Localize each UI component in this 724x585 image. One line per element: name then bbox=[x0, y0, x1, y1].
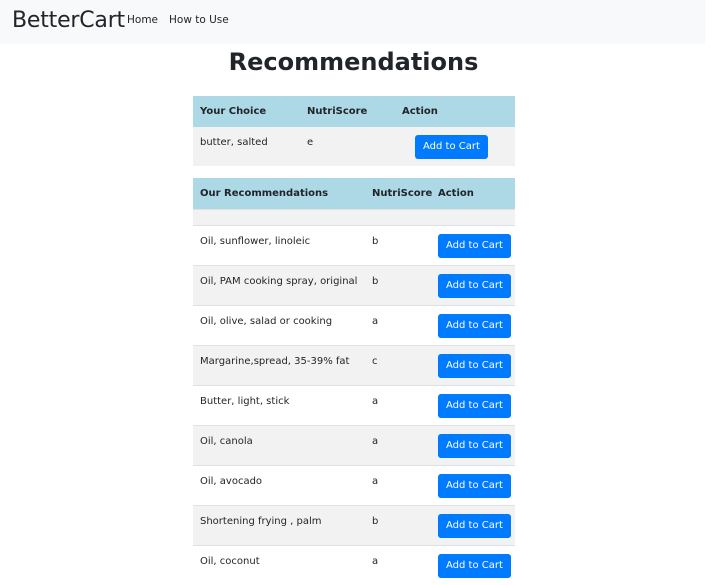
table-row: Shortening frying , palm b Add to Cart bbox=[193, 506, 515, 546]
nutriscore-value: b bbox=[372, 276, 378, 287]
nutriscore-value: a bbox=[372, 396, 378, 407]
column-header-our-recommendations: Our Recommendations bbox=[193, 178, 365, 210]
product-name-cell: Butter, light, stick bbox=[193, 386, 365, 426]
nutriscore-value: a bbox=[372, 476, 378, 487]
add-to-cart-button[interactable]: Add to Cart bbox=[415, 135, 488, 159]
product-name-cell: Oil, olive, salad or cooking bbox=[193, 306, 365, 346]
add-to-cart-button[interactable]: Add to Cart bbox=[438, 274, 511, 298]
nutriscore-cell: a bbox=[365, 306, 431, 346]
table-row: Butter, light, stick a Add to Cart bbox=[193, 386, 515, 426]
product-name-cell: Shortening frying , palm bbox=[193, 506, 365, 546]
nutriscore-cell: c bbox=[365, 346, 431, 386]
product-name: Margarine,spread, 35-39% fat bbox=[200, 356, 349, 367]
add-to-cart-button[interactable]: Add to Cart bbox=[438, 354, 511, 378]
choice-table: Your Choice NutriScore Action butter, sa… bbox=[193, 96, 515, 166]
nav-link-home[interactable]: Home bbox=[127, 13, 158, 27]
action-cell: Add to Cart bbox=[431, 426, 515, 466]
choice-score-cell: e bbox=[300, 127, 395, 166]
product-name-cell: Margarine,spread, 35-39% fat bbox=[193, 346, 365, 386]
add-to-cart-button[interactable]: Add to Cart bbox=[438, 394, 511, 418]
choice-table-header: Your Choice NutriScore Action bbox=[193, 96, 515, 127]
action-cell: Add to Cart bbox=[431, 386, 515, 426]
empty-row bbox=[193, 210, 515, 226]
product-name: Oil, sunflower, linoleic bbox=[200, 236, 310, 247]
product-name: Oil, coconut bbox=[200, 556, 260, 567]
choice-name: butter, salted bbox=[200, 137, 268, 148]
product-name: Shortening frying , palm bbox=[200, 516, 322, 527]
brand-link[interactable]: BetterCart bbox=[12, 6, 125, 36]
nutriscore-cell: a bbox=[365, 426, 431, 466]
nutriscore-value: b bbox=[372, 236, 378, 247]
nutriscore-value: b bbox=[372, 516, 378, 527]
action-cell: Add to Cart bbox=[431, 306, 515, 346]
column-header-your-choice: Your Choice bbox=[193, 96, 300, 127]
product-name-cell: Oil, PAM cooking spray, original bbox=[193, 266, 365, 306]
add-to-cart-button[interactable]: Add to Cart bbox=[438, 554, 511, 578]
nutriscore-cell: b bbox=[365, 266, 431, 306]
product-name-cell: Oil, coconut bbox=[193, 546, 365, 585]
choice-row: butter, salted e Add to Cart bbox=[193, 127, 515, 166]
action-cell: Add to Cart bbox=[431, 226, 515, 266]
add-to-cart-button[interactable]: Add to Cart bbox=[438, 234, 511, 258]
product-name-cell: Oil, sunflower, linoleic bbox=[193, 226, 365, 266]
nutriscore-value: a bbox=[372, 556, 378, 567]
product-name-cell: Oil, canola bbox=[193, 426, 365, 466]
add-to-cart-button[interactable]: Add to Cart bbox=[438, 314, 511, 338]
page-title: Recommendations bbox=[0, 44, 707, 80]
add-to-cart-button[interactable]: Add to Cart bbox=[438, 474, 511, 498]
table-row: Oil, olive, salad or cooking a Add to Cart bbox=[193, 306, 515, 346]
table-row: Oil, PAM cooking spray, original b Add to … bbox=[193, 266, 515, 306]
nutriscore-cell: b bbox=[365, 226, 431, 266]
column-header-action: Action bbox=[431, 178, 515, 210]
action-cell: Add to Cart bbox=[431, 546, 515, 585]
table-row: Margarine,spread, 35-39% fat c Add to Cart bbox=[193, 346, 515, 386]
product-name: Oil, canola bbox=[200, 436, 253, 447]
product-name: Oil, PAM cooking spray, original bbox=[200, 276, 357, 287]
nav-link-how-to-use[interactable]: How to Use bbox=[169, 13, 229, 27]
action-cell: Add to Cart bbox=[431, 346, 515, 386]
nutriscore-value: a bbox=[372, 316, 378, 327]
nutriscore-cell: a bbox=[365, 546, 431, 585]
column-header-nutriscore: NutriScore bbox=[300, 96, 395, 127]
column-header-action: Action bbox=[395, 96, 515, 127]
nutriscore-cell: a bbox=[365, 386, 431, 426]
table-row: Oil, canola a Add to Cart bbox=[193, 426, 515, 466]
action-cell: Add to Cart bbox=[431, 466, 515, 506]
table-row: Oil, avocado a Add to Cart bbox=[193, 466, 515, 506]
choice-action-cell: Add to Cart bbox=[395, 127, 515, 166]
table-row: Oil, sunflower, linoleic b Add to Cart bbox=[193, 226, 515, 266]
product-name-cell: Oil, avocado bbox=[193, 466, 365, 506]
navbar: BetterCart Home How to Use bbox=[0, 0, 705, 44]
table-row: Oil, coconut a Add to Cart bbox=[193, 546, 515, 585]
column-header-nutriscore: NutriScore bbox=[365, 178, 431, 210]
nutriscore-value: c bbox=[372, 356, 378, 367]
product-name: Oil, avocado bbox=[200, 476, 262, 487]
add-to-cart-button[interactable]: Add to Cart bbox=[438, 514, 511, 538]
action-cell: Add to Cart bbox=[431, 266, 515, 306]
choice-name-cell: butter, salted bbox=[193, 127, 300, 166]
choice-score: e bbox=[307, 137, 313, 148]
nutriscore-value: a bbox=[372, 436, 378, 447]
recommendations-table-header: Our Recommendations NutriScore Action bbox=[193, 178, 515, 210]
product-name: Oil, olive, salad or cooking bbox=[200, 316, 332, 327]
nutriscore-cell: b bbox=[365, 506, 431, 546]
product-name: Butter, light, stick bbox=[200, 396, 289, 407]
action-cell: Add to Cart bbox=[431, 506, 515, 546]
recommendations-table: Our Recommendations NutriScore Action Oi… bbox=[193, 178, 515, 585]
add-to-cart-button[interactable]: Add to Cart bbox=[438, 434, 511, 458]
nutriscore-cell: a bbox=[365, 466, 431, 506]
